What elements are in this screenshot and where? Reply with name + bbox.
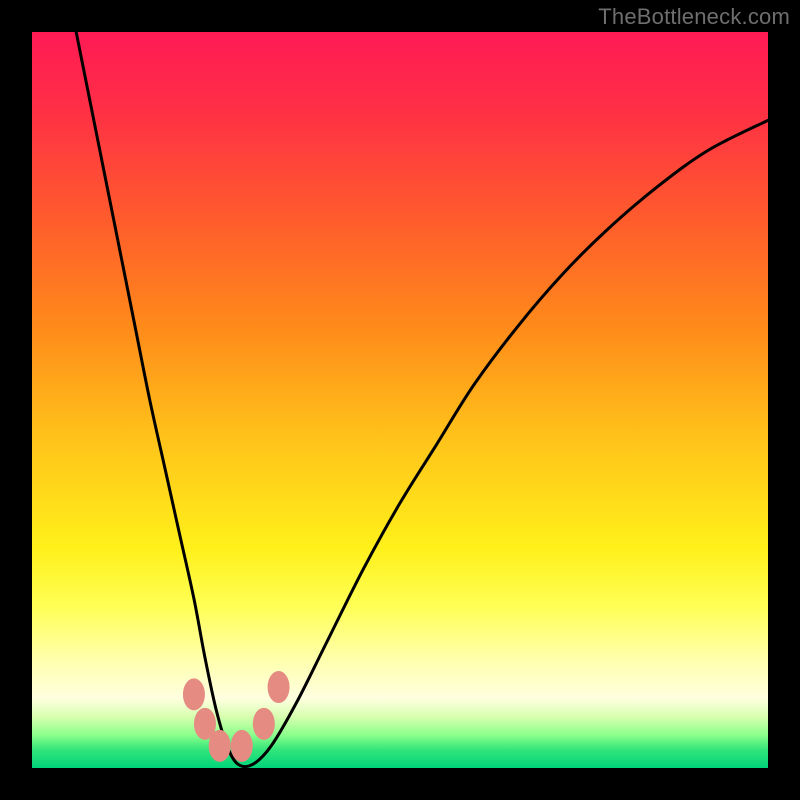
marker-m6 <box>268 671 290 703</box>
marker-m1 <box>183 678 205 710</box>
outer-frame: TheBottleneck.com <box>0 0 800 800</box>
plot-area <box>32 32 768 768</box>
marker-m3 <box>209 730 231 762</box>
bottleneck-curve <box>76 32 768 767</box>
marker-m4 <box>231 730 253 762</box>
curve-markers <box>183 671 290 762</box>
watermark-text: TheBottleneck.com <box>598 4 790 30</box>
chart-svg <box>32 32 768 768</box>
marker-m5 <box>253 708 275 740</box>
